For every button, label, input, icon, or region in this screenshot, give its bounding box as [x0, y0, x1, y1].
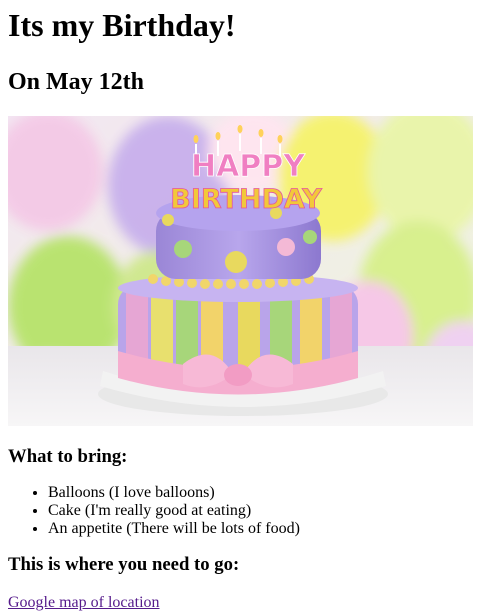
list-item: Cake (I'm really good at eating)	[48, 502, 470, 520]
cake-candle-text-birthday: BIRTHDAY	[170, 184, 322, 215]
cake-candle-text-happy: HAPPY	[191, 149, 306, 184]
page: Its my Birthday! On May 12th HAPPY BIRTH…	[0, 0, 478, 612]
page-title: Its my Birthday!	[8, 7, 236, 43]
list-item: An appetite (There will be lots of food)	[48, 520, 470, 538]
birthday-cake-image: HAPPY BIRTHDAY	[8, 116, 473, 426]
birthday-date: On May 12th	[8, 69, 145, 95]
bring-list: Balloons (I love balloons) Cake (I'm rea…	[8, 484, 470, 538]
list-item: Balloons (I love balloons)	[48, 484, 470, 502]
location-heading: This is where you need to go:	[8, 554, 240, 575]
what-to-bring-heading: What to bring:	[8, 446, 128, 467]
google-map-link[interactable]: Google map of location	[8, 594, 160, 611]
